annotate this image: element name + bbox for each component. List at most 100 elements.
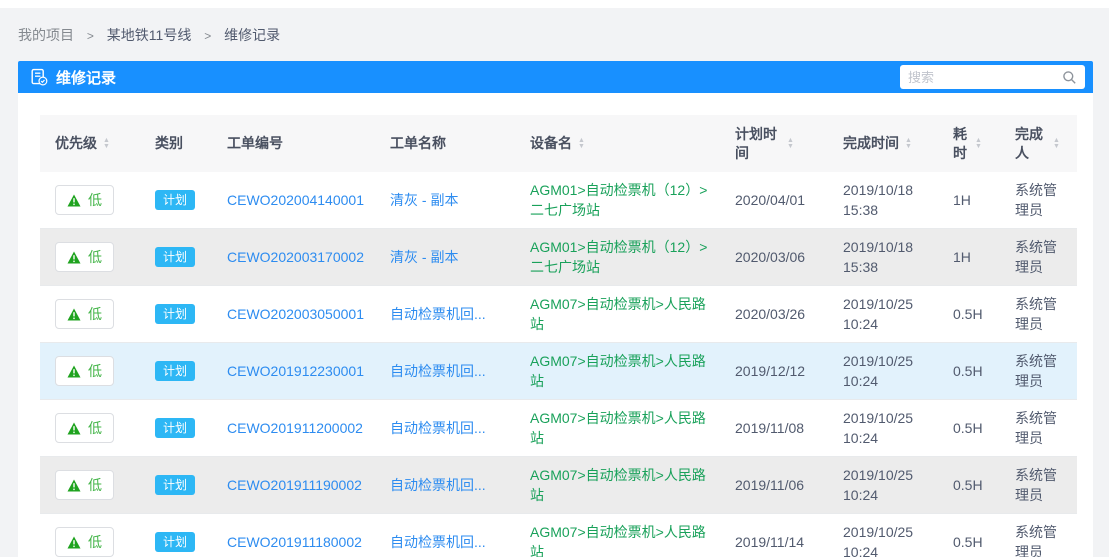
column-header-finisher[interactable]: 完成人 ▲▼ — [1000, 115, 1077, 172]
duration-text: 1H — [953, 190, 971, 210]
priority-badge[interactable]: 低 — [55, 413, 114, 443]
column-header-finish-time[interactable]: 完成时间 ▲▼ — [828, 115, 938, 172]
search-box[interactable] — [900, 65, 1085, 89]
category-cell: 计划 — [140, 457, 212, 513]
category-cell: 计划 — [140, 229, 212, 285]
table-row[interactable]: 低 计划 CEWO201911190002 自动检票机回... AGM07>自动… — [40, 457, 1077, 514]
duration-cell: 0.5H — [938, 286, 1000, 342]
category-badge: 计划 — [155, 418, 195, 438]
planned-time-cell: 2019/12/12 — [720, 343, 828, 399]
sort-arrows-icon[interactable]: ▲▼ — [975, 138, 982, 150]
table-row[interactable]: 低 计划 CEWO202003050001 自动检票机回... AGM07>自动… — [40, 286, 1077, 343]
finisher-cell: 系统管理员 — [1000, 457, 1077, 513]
column-header-planned-time[interactable]: 计划时间 ▲▼ — [720, 115, 828, 172]
order-name-link[interactable]: 自动检票机回... — [390, 532, 486, 552]
sort-arrows-icon[interactable]: ▲▼ — [103, 138, 110, 150]
device-name-cell: AGM07>自动检票机>人民路站 — [515, 457, 720, 513]
order-name-link[interactable]: 自动检票机回... — [390, 475, 486, 495]
order-number-link[interactable]: CEWO202004140001 — [227, 190, 364, 210]
planned-time-cell: 2020/03/26 — [720, 286, 828, 342]
priority-badge[interactable]: 低 — [55, 356, 114, 386]
sort-arrows-icon[interactable]: ▲▼ — [905, 138, 912, 150]
finisher-cell: 系统管理员 — [1000, 343, 1077, 399]
search-input[interactable] — [908, 70, 1062, 85]
priority-label: 低 — [88, 190, 102, 210]
sort-arrows-icon[interactable]: ▲▼ — [1053, 138, 1060, 150]
duration-text: 0.5H — [953, 418, 983, 438]
warning-triangle-icon — [67, 365, 81, 378]
table-body: 低 计划 CEWO202004140001 清灰 - 副本 AGM01>自动检票… — [40, 172, 1077, 557]
order-name-link[interactable]: 自动检票机回... — [390, 418, 486, 438]
order-name-link[interactable]: 自动检票机回... — [390, 361, 486, 381]
order-number-link[interactable]: CEWO201912230001 — [227, 361, 364, 381]
finish-time-text: 2019/10/18 15:38 — [843, 237, 928, 277]
category-cell: 计划 — [140, 514, 212, 557]
column-header-priority[interactable]: 优先级 ▲▼ — [40, 115, 140, 172]
breadcrumb-separator: > — [87, 29, 94, 43]
priority-cell: 低 — [40, 229, 140, 285]
order-number-link[interactable]: CEWO201911200002 — [227, 418, 363, 438]
clipboard-check-icon — [30, 68, 48, 86]
finisher-text: 系统管理员 — [1015, 351, 1063, 391]
order-number-link[interactable]: CEWO202003170002 — [227, 247, 364, 267]
finish-time-text: 2019/10/25 10:24 — [843, 465, 928, 505]
priority-label: 低 — [88, 247, 102, 267]
order-number-link[interactable]: CEWO201911180002 — [227, 532, 362, 552]
priority-cell: 低 — [40, 400, 140, 456]
top-strip — [0, 0, 1109, 8]
sort-arrows-icon[interactable]: ▲▼ — [578, 138, 585, 150]
order-number-link[interactable]: CEWO202003050001 — [227, 304, 364, 324]
table-row[interactable]: 低 计划 CEWO202004140001 清灰 - 副本 AGM01>自动检票… — [40, 172, 1077, 229]
order-name-cell: 自动检票机回... — [375, 400, 515, 456]
finisher-cell: 系统管理员 — [1000, 400, 1077, 456]
category-cell: 计划 — [140, 343, 212, 399]
magnifier-icon[interactable] — [1062, 70, 1077, 85]
category-badge: 计划 — [155, 304, 195, 324]
table-row[interactable]: 低 计划 CEWO202003170002 清灰 - 副本 AGM01>自动检票… — [40, 229, 1077, 286]
table-row[interactable]: 低 计划 CEWO201912230001 自动检票机回... AGM07>自动… — [40, 343, 1077, 400]
category-badge: 计划 — [155, 361, 195, 381]
device-name-text: AGM07>自动检票机>人民路站 — [530, 351, 710, 391]
page-title: 维修记录 — [56, 67, 116, 88]
sort-arrows-icon[interactable]: ▲▼ — [787, 138, 794, 150]
device-name-text: AGM07>自动检票机>人民路站 — [530, 294, 710, 334]
finish-time-cell: 2019/10/25 10:24 — [828, 457, 938, 513]
order-name-cell: 自动检票机回... — [375, 514, 515, 557]
device-name-text: AGM07>自动检票机>人民路站 — [530, 522, 710, 557]
column-header-order-name: 工单名称 — [375, 115, 515, 172]
order-name-cell: 清灰 - 副本 — [375, 229, 515, 285]
breadcrumb-item-my-projects[interactable]: 我的项目 — [18, 27, 74, 43]
device-name-cell: AGM07>自动检票机>人民路站 — [515, 400, 720, 456]
planned-time-text: 2019/11/14 — [735, 532, 804, 552]
priority-badge[interactable]: 低 — [55, 470, 114, 500]
priority-cell: 低 — [40, 514, 140, 557]
priority-badge[interactable]: 低 — [55, 185, 114, 215]
warning-triangle-icon — [67, 251, 81, 264]
finisher-cell: 系统管理员 — [1000, 172, 1077, 228]
table-row[interactable]: 低 计划 CEWO201911180002 自动检票机回... AGM07>自动… — [40, 514, 1077, 557]
order-name-link[interactable]: 清灰 - 副本 — [390, 247, 458, 267]
planned-time-text: 2019/11/08 — [735, 418, 804, 438]
order-number-link[interactable]: CEWO201911190002 — [227, 475, 362, 495]
priority-cell: 低 — [40, 343, 140, 399]
priority-badge[interactable]: 低 — [55, 242, 114, 272]
finish-time-cell: 2019/10/25 10:24 — [828, 343, 938, 399]
order-name-cell: 自动检票机回... — [375, 343, 515, 399]
finisher-text: 系统管理员 — [1015, 294, 1063, 334]
duration-cell: 1H — [938, 229, 1000, 285]
duration-cell: 0.5H — [938, 400, 1000, 456]
order-number-cell: CEWO201911190002 — [212, 457, 375, 513]
order-name-link[interactable]: 清灰 - 副本 — [390, 190, 458, 210]
category-cell: 计划 — [140, 400, 212, 456]
priority-badge[interactable]: 低 — [55, 299, 114, 329]
breadcrumb-item-metro-line[interactable]: 某地铁11号线 — [107, 27, 192, 43]
column-header-device-name[interactable]: 设备名 ▲▼ — [515, 115, 720, 172]
order-name-link[interactable]: 自动检票机回... — [390, 304, 486, 324]
priority-badge[interactable]: 低 — [55, 527, 114, 557]
duration-cell: 0.5H — [938, 514, 1000, 557]
breadcrumb-item-current: 维修记录 — [224, 27, 280, 43]
planned-time-text: 2020/03/26 — [735, 304, 805, 324]
column-header-duration[interactable]: 耗时 ▲▼ — [938, 115, 1000, 172]
planned-time-text: 2019/11/06 — [735, 475, 804, 495]
table-row[interactable]: 低 计划 CEWO201911200002 自动检票机回... AGM07>自动… — [40, 400, 1077, 457]
